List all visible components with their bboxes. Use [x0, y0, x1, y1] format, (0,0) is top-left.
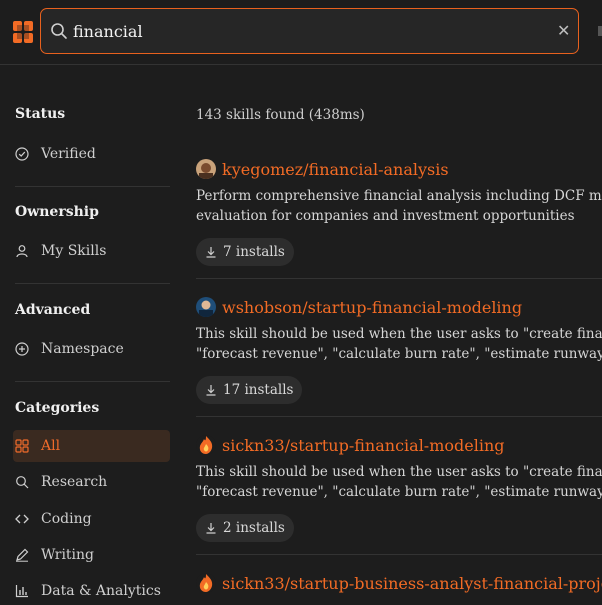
divider	[15, 186, 170, 187]
category-writing[interactable]: Writing	[15, 541, 170, 569]
installs-count: 17 installs	[223, 382, 294, 398]
filter-label: My Skills	[41, 243, 107, 259]
installs-badge: 7 installs	[196, 238, 294, 266]
categories-section-title: Categories	[15, 400, 100, 416]
results-count: 143 skills found (438ms)	[196, 107, 365, 123]
filter-namespace[interactable]: Namespace	[15, 335, 170, 363]
avatar	[196, 435, 216, 455]
app-logo-icon[interactable]	[13, 21, 33, 43]
result-description: This skill should be used when the user …	[196, 464, 602, 500]
category-label: Coding	[41, 511, 92, 527]
code-icon	[15, 512, 29, 526]
download-icon	[205, 384, 217, 396]
filter-sidebar: Status Verified Ownership My Skills Adva…	[0, 64, 172, 603]
result-card[interactable]: sickn33/startup-financial-modeling This …	[196, 433, 602, 542]
category-label: Data & Analytics	[41, 583, 161, 599]
result-card[interactable]: wshobson/startup-financial-modeling This…	[196, 295, 602, 404]
installs-count: 7 installs	[223, 244, 285, 260]
check-circle-icon	[15, 147, 29, 161]
result-title-link[interactable]: sickn33/startup-business-analyst-financi…	[222, 574, 602, 593]
category-research[interactable]: Research	[15, 468, 170, 496]
result-title-link[interactable]: wshobson/startup-financial-modeling	[222, 298, 522, 317]
filter-verified[interactable]: Verified	[15, 140, 170, 168]
filter-my-skills[interactable]: My Skills	[15, 237, 170, 265]
filter-label: Verified	[41, 146, 96, 162]
bar-chart-icon	[15, 584, 29, 598]
installs-count: 2 installs	[223, 520, 285, 536]
divider	[196, 416, 602, 417]
result-title-link[interactable]: sickn33/startup-financial-modeling	[222, 436, 505, 455]
filter-label: Namespace	[41, 341, 124, 357]
advanced-section-title: Advanced	[15, 302, 91, 318]
search-icon	[51, 23, 67, 39]
clear-search-icon[interactable]: ✕	[557, 23, 570, 39]
category-data-analytics[interactable]: Data & Analytics	[15, 577, 170, 605]
category-label: Writing	[41, 547, 95, 563]
category-coding[interactable]: Coding	[15, 505, 170, 533]
result-title-link[interactable]: kyegomez/financial-analysis	[222, 160, 449, 179]
search-input[interactable]	[73, 18, 543, 44]
user-icon	[15, 244, 29, 258]
divider	[15, 381, 170, 382]
category-label: Research	[41, 474, 108, 490]
avatar	[196, 159, 216, 179]
results-panel: 143 skills found (438ms) kyegomez/financ…	[196, 64, 602, 603]
divider	[196, 278, 602, 279]
header-edge-element	[598, 26, 602, 36]
avatar	[196, 297, 216, 317]
result-card[interactable]: kyegomez/financial-analysis Perform comp…	[196, 157, 602, 266]
installs-badge: 2 installs	[196, 514, 294, 542]
category-label: All	[41, 438, 61, 454]
search-box[interactable]: ✕	[40, 8, 579, 54]
top-bar: ✕	[0, 0, 602, 65]
pen-icon	[15, 548, 29, 562]
category-all[interactable]: All	[13, 430, 170, 462]
status-section-title: Status	[15, 106, 66, 122]
grid-icon	[15, 439, 29, 453]
divider	[196, 554, 602, 555]
avatar	[196, 573, 216, 593]
download-icon	[205, 246, 217, 258]
installs-badge: 17 installs	[196, 376, 303, 404]
plus-circle-icon	[15, 342, 29, 356]
divider	[15, 283, 170, 284]
search-icon	[15, 475, 29, 489]
ownership-section-title: Ownership	[15, 204, 99, 220]
result-card[interactable]: sickn33/startup-business-analyst-financi…	[196, 571, 602, 595]
result-description: Perform comprehensive financial analysis…	[196, 188, 602, 224]
download-icon	[205, 522, 217, 534]
result-description: This skill should be used when the user …	[196, 326, 602, 362]
